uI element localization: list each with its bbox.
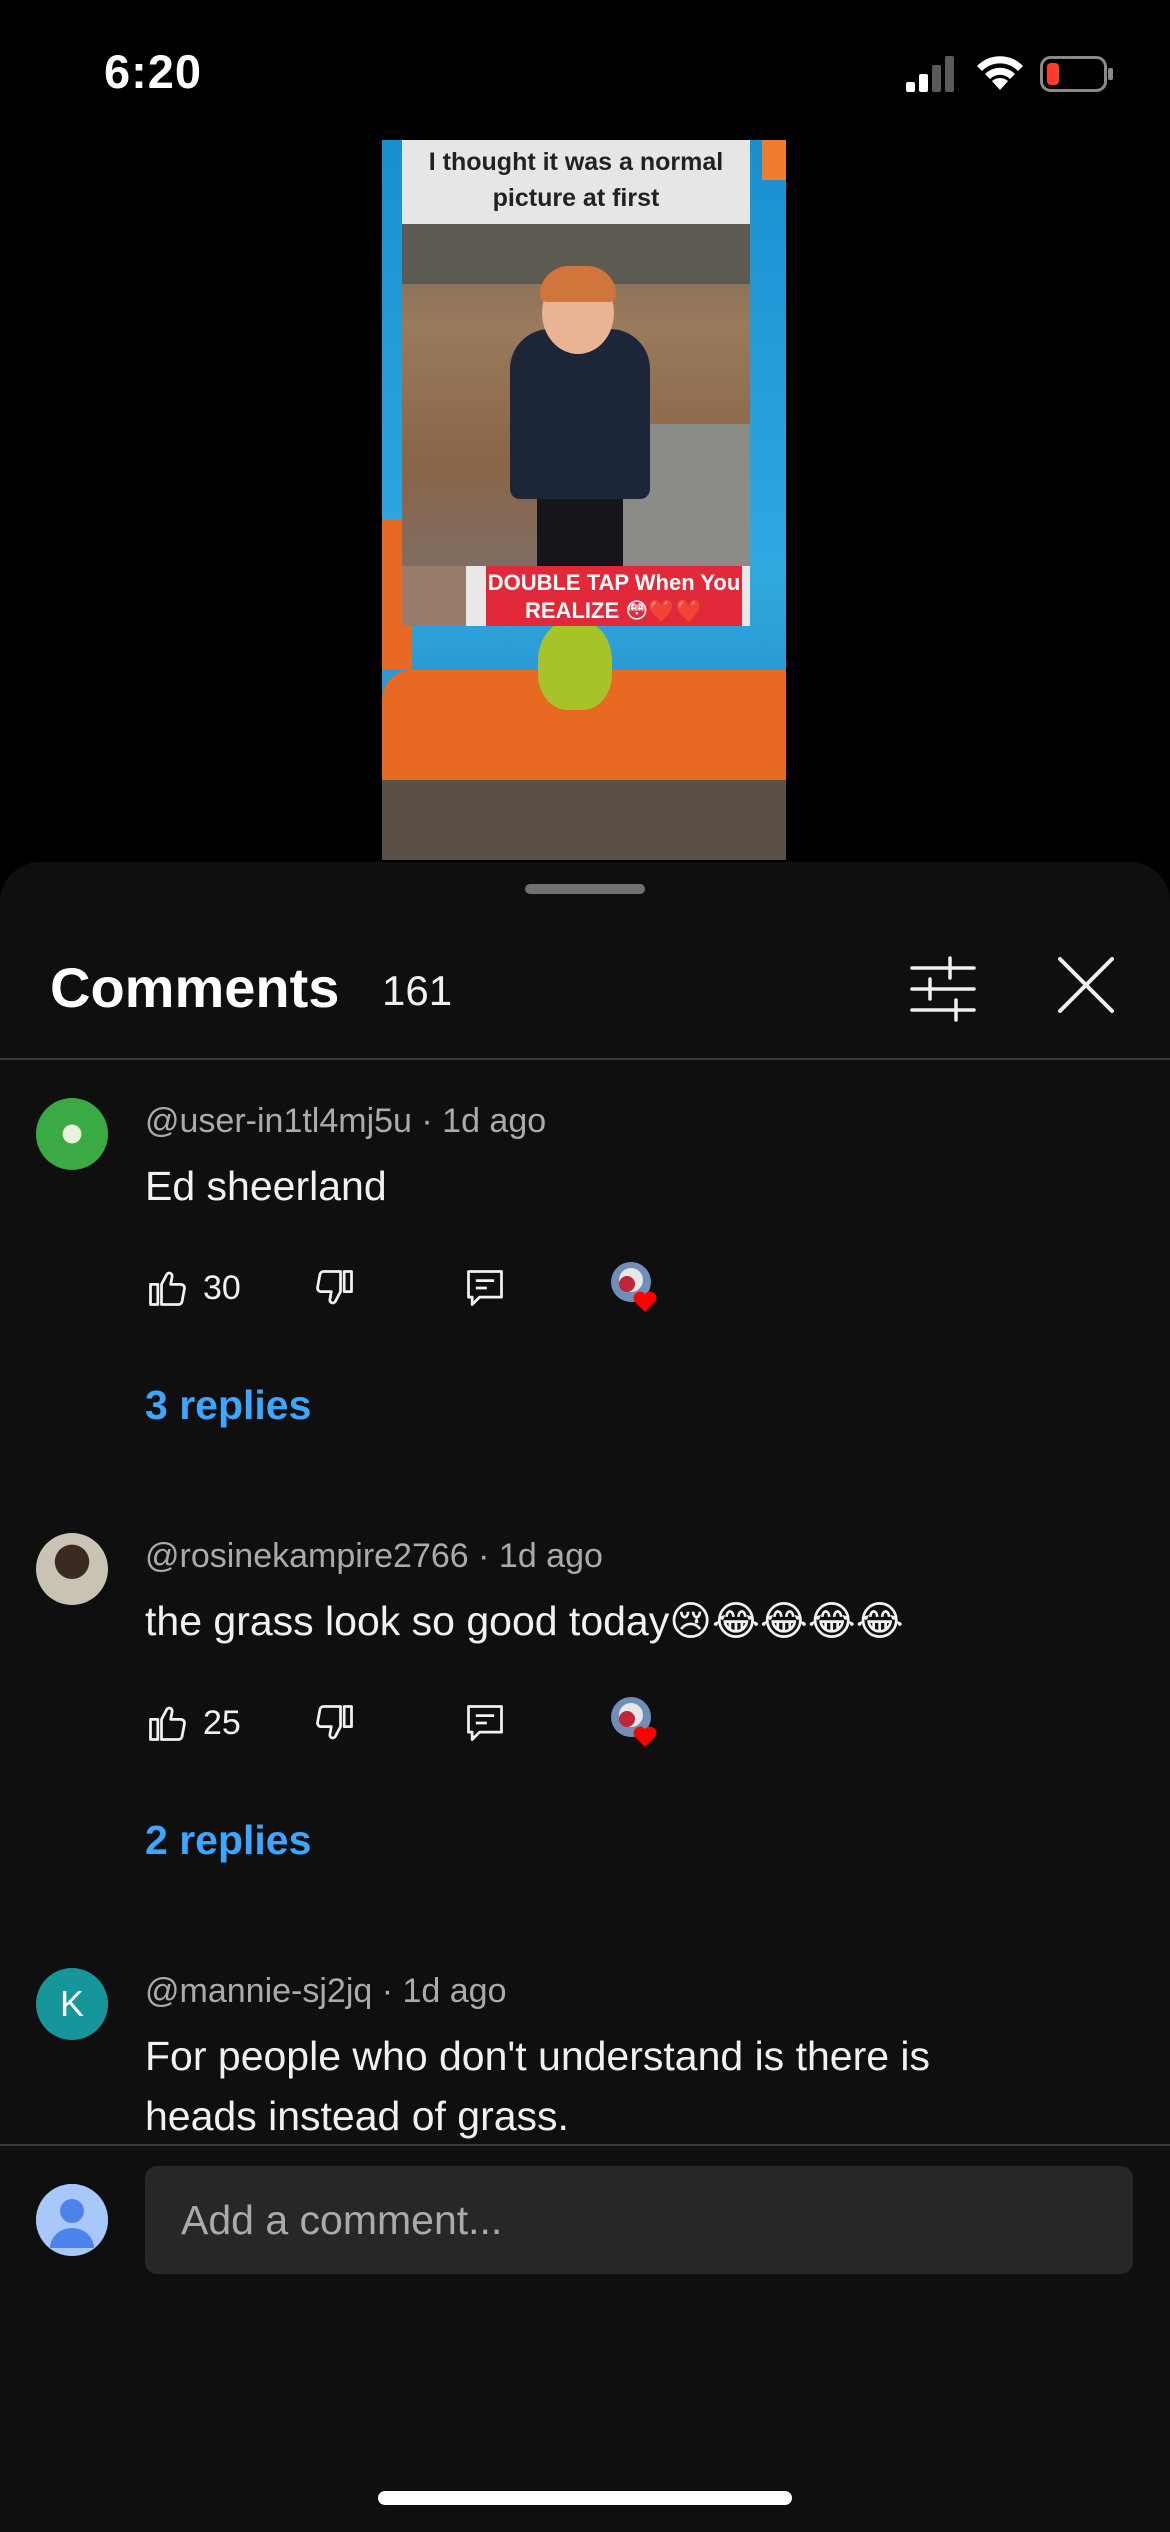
comment-author[interactable]: @rosinekampire2766 <box>145 1537 469 1575</box>
screen: 6:20 I thought it was a normal picture a… <box>0 0 1170 2532</box>
signal-icon <box>906 56 954 92</box>
comment-count: 161 <box>382 967 453 1014</box>
thumbs-up-icon <box>149 1271 186 1306</box>
video-photo <box>402 224 750 566</box>
status-time: 6:20 <box>104 45 203 98</box>
comment-age: 1d ago <box>402 1972 507 2010</box>
comment-list[interactable]: @user-in1tl4mj5u · 1d ago Ed sheerland 3… <box>0 1060 1170 2144</box>
thumbs-down-icon <box>316 1270 353 1305</box>
avatar[interactable] <box>36 1533 108 1605</box>
reply-button[interactable] <box>463 1693 507 1753</box>
comment-meta: @user-in1tl4mj5u · 1d ago <box>145 1102 547 1140</box>
creator-heart-icon <box>611 1262 657 1312</box>
like-count: 30 <box>203 1268 241 1307</box>
video-caption: I thought it was a normal picture at fir… <box>402 140 750 224</box>
like-button[interactable]: 30 <box>145 1258 241 1318</box>
comment-actions: 30 <box>145 1258 705 1318</box>
home-indicator[interactable] <box>378 2491 792 2505</box>
comment-text: Ed sheerland <box>145 1163 387 1209</box>
sheet-title: Comments <box>50 956 340 1019</box>
thumbs-down-icon <box>316 1705 353 1740</box>
comment-meta: @rosinekampire2766 · 1d ago <box>145 1537 603 1575</box>
video-banner: DOUBLE TAP When You REALIZE 😳❤️❤️ <box>402 566 750 626</box>
comment-author[interactable]: @mannie-sj2jq <box>145 1972 372 2010</box>
dislike-button[interactable] <box>313 1693 357 1753</box>
wifi-icon <box>977 56 1023 90</box>
comment-age: 1d ago <box>442 1102 547 1140</box>
default-avatar-icon <box>36 2184 108 2256</box>
dislike-button[interactable] <box>313 1258 357 1318</box>
comment-actions: 25 <box>145 1693 705 1753</box>
reply-icon <box>467 1270 503 1306</box>
comments-sheet: Comments 161 @user-in1tl4mj5u · 1d ago E… <box>0 862 1170 2532</box>
video-player[interactable]: I thought it was a normal picture at fir… <box>382 140 786 860</box>
avatar[interactable] <box>36 1098 108 1170</box>
drag-handle[interactable] <box>525 884 645 894</box>
creator-heart-icon <box>611 1697 657 1747</box>
comment-text: the grass look so good today😢😂😂😂😂 <box>145 1598 904 1644</box>
video-banner-text: DOUBLE TAP When You REALIZE 😳❤️❤️ <box>486 566 742 626</box>
comment-input-bar <box>0 2144 1170 2532</box>
video-ball <box>538 620 612 710</box>
comment-text: For people who don't understand is there… <box>145 2033 931 2139</box>
reply-icon <box>467 1705 503 1741</box>
comment-author[interactable]: @user-in1tl4mj5u <box>145 1102 412 1140</box>
filter-icon[interactable] <box>908 954 978 1024</box>
like-count: 25 <box>203 1703 241 1742</box>
replies-button[interactable]: 3 replies <box>145 1382 311 1429</box>
avatar[interactable]: K <box>36 1968 108 2040</box>
replies-button[interactable]: 2 replies <box>145 1817 311 1864</box>
comment-meta: @mannie-sj2jq · 1d ago <box>145 1972 507 2010</box>
battery-icon <box>1040 56 1113 92</box>
status-bar: 6:20 <box>0 0 1170 150</box>
close-icon[interactable] <box>1055 954 1117 1016</box>
thumbs-up-icon <box>149 1706 186 1741</box>
reply-button[interactable] <box>463 1258 507 1318</box>
comment-input[interactable] <box>145 2166 1133 2274</box>
comment-age: 1d ago <box>498 1537 603 1575</box>
like-button[interactable]: 25 <box>145 1693 241 1753</box>
